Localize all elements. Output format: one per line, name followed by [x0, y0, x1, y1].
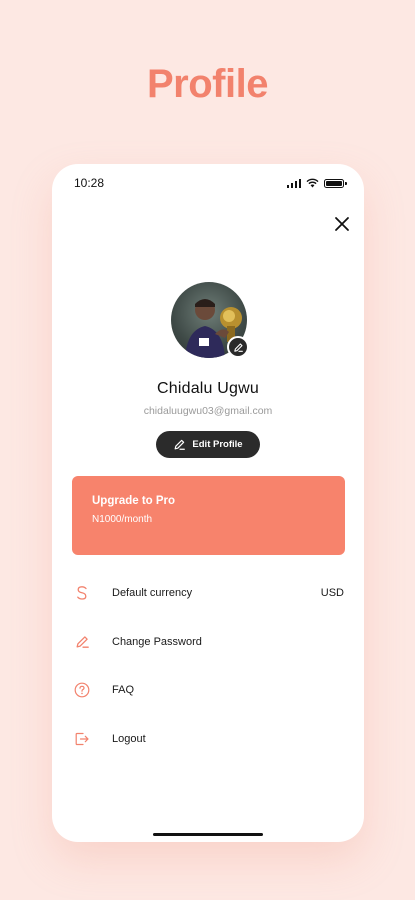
pencil-icon [74, 634, 90, 650]
menu-label: Logout [112, 732, 146, 745]
user-email: chidaluugwu03@gmail.com [143, 405, 273, 417]
menu-item-logout[interactable]: Logout [52, 715, 364, 764]
page-title: Profile [147, 62, 268, 106]
menu-label: Default currency [112, 587, 193, 600]
pro-price: N1000/month [92, 514, 153, 525]
pro-title: Upgrade to Pro [92, 495, 176, 507]
settings-menu: Default currency USD Change Password FAQ [52, 569, 364, 763]
avatar-edit-button[interactable] [227, 336, 249, 358]
home-indicator[interactable] [153, 832, 263, 836]
edit-profile-label: Edit Profile [192, 439, 243, 450]
currency-value: USD [320, 587, 344, 600]
battery-icon [324, 178, 347, 188]
avatar-container [171, 282, 249, 358]
pencil-icon [233, 342, 243, 352]
pencil-icon [174, 439, 186, 450]
status-icons [286, 178, 347, 188]
menu-label: Change Password [112, 635, 202, 648]
menu-item-faq[interactable]: FAQ [52, 666, 364, 715]
signal-icon [286, 178, 301, 188]
menu-item-change-password[interactable]: Change Password [52, 618, 364, 667]
question-circle-icon [74, 682, 90, 698]
menu-label: FAQ [112, 684, 135, 697]
phone-frame: 10:28 Chidalu Ugwu chidaluugwu03@gmail.c… [52, 164, 364, 842]
wifi-icon [306, 178, 319, 188]
status-bar: 10:28 [52, 174, 364, 192]
dollar-icon [74, 585, 90, 601]
logout-icon [74, 731, 90, 747]
upgrade-pro-card[interactable]: Upgrade to Pro N1000/month [72, 476, 345, 555]
menu-item-default-currency[interactable]: Default currency USD [52, 569, 364, 618]
close-button[interactable] [330, 212, 354, 236]
close-icon [335, 217, 349, 231]
user-name: Chidalu Ugwu [156, 380, 259, 397]
edit-profile-button[interactable]: Edit Profile [156, 431, 260, 458]
status-time: 10:28 [74, 176, 105, 190]
